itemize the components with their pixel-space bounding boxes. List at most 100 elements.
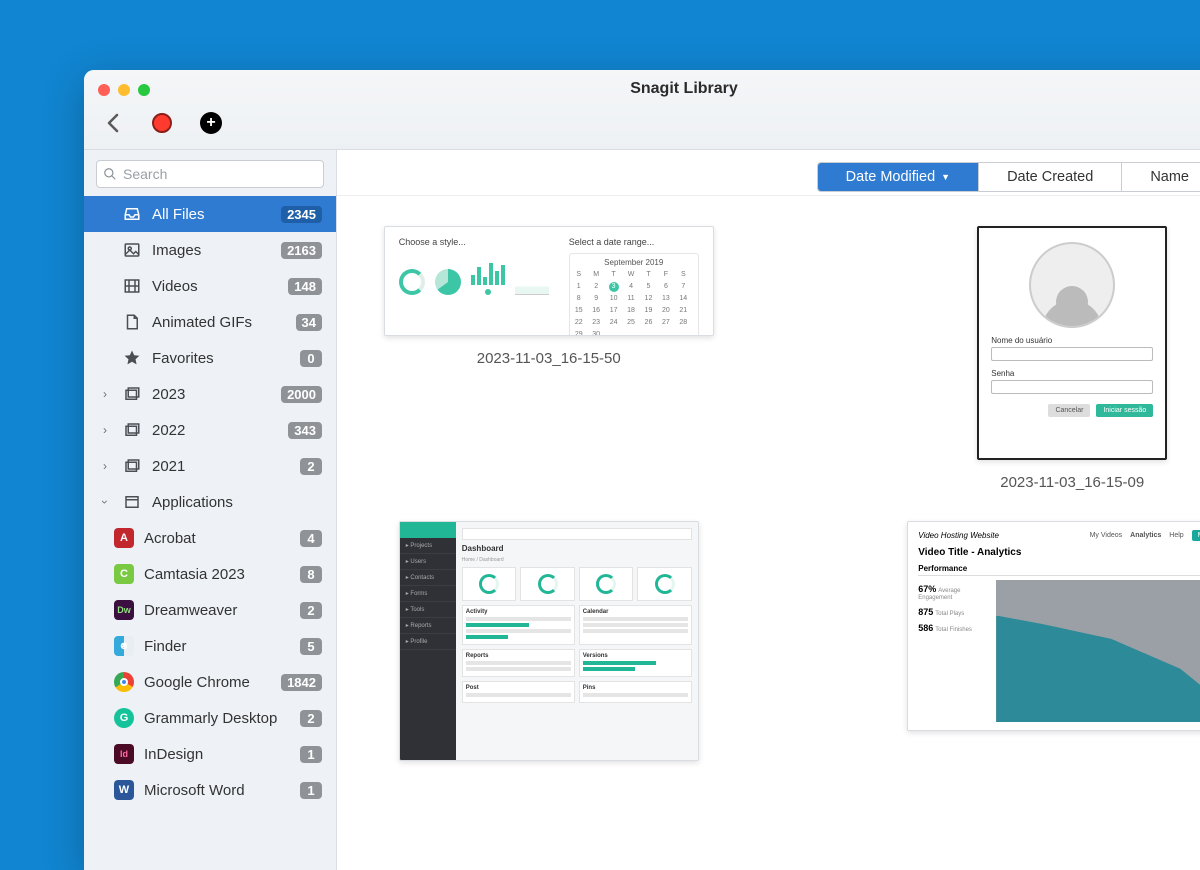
capture-item[interactable]: Video Hosting Website My Videos Analytic… bbox=[901, 521, 1200, 775]
sidebar-app-grammarly[interactable]: G Grammarly Desktop 2 bbox=[84, 700, 336, 736]
sidebar-item-label: Images bbox=[152, 242, 271, 259]
sidebar-item-label: Camtasia 2023 bbox=[144, 566, 290, 583]
capture-item[interactable]: ▸ Projects▸ Users▸ Contacts▸ Forms▸ Tool… bbox=[377, 521, 721, 775]
sidebar-item-label: Animated GIFs bbox=[152, 314, 286, 331]
capture-filename: 2023-11-03_16-15-09 bbox=[1000, 474, 1144, 491]
sidebar-item-label: 2023 bbox=[152, 386, 271, 403]
sidebar-item-images[interactable]: Images 2163 bbox=[84, 232, 336, 268]
record-button[interactable] bbox=[152, 113, 172, 133]
count-badge: 343 bbox=[288, 422, 322, 439]
thumbnail: Choose a style... Select a date range... bbox=[384, 226, 714, 336]
thumb-text: Dashboard bbox=[462, 544, 692, 553]
sort-date-created[interactable]: Date Created bbox=[979, 163, 1122, 191]
sidebar-item-videos[interactable]: Videos 148 bbox=[84, 268, 336, 304]
capture-item[interactable]: Choose a style... Select a date range... bbox=[377, 226, 721, 491]
inbox-icon bbox=[122, 204, 142, 224]
sidebar-app-dreamweaver[interactable]: Dw Dreamweaver 2 bbox=[84, 592, 336, 628]
sidebar-item-applications[interactable]: › Applications bbox=[84, 484, 336, 520]
count-badge: 2 bbox=[300, 602, 322, 619]
image-icon bbox=[122, 240, 142, 260]
thumb-text: Home / Dashboard bbox=[462, 557, 692, 563]
count-badge: 2 bbox=[300, 458, 322, 475]
thumb-text: September 2019 bbox=[574, 258, 694, 267]
sort-name[interactable]: Name bbox=[1122, 163, 1200, 191]
thumb-text: Nome do usuário bbox=[991, 336, 1153, 345]
body: All Files 2345 Images 2163 Videos 148 bbox=[84, 150, 1200, 870]
stack-icon bbox=[122, 384, 142, 404]
thumbnail: ▸ Projects▸ Users▸ Contacts▸ Forms▸ Tool… bbox=[399, 521, 699, 761]
app-icon: G bbox=[114, 708, 134, 728]
sidebar-item-label: Grammarly Desktop bbox=[144, 710, 290, 727]
thumbnail: Nome do usuário Senha CancelarIniciar se… bbox=[977, 226, 1167, 460]
search-icon bbox=[103, 167, 117, 181]
capture-filename: 2023-11-03_16-15-50 bbox=[477, 350, 621, 367]
new-capture-button[interactable]: + bbox=[200, 112, 222, 134]
sidebar-item-all-files[interactable]: All Files 2345 bbox=[84, 196, 336, 232]
sidebar-app-finder[interactable]: ☻ Finder 5 bbox=[84, 628, 336, 664]
thumbnail: Video Hosting Website My Videos Analytic… bbox=[907, 521, 1200, 731]
sidebar-app-word[interactable]: W Microsoft Word 1 bbox=[84, 772, 336, 808]
sidebar-app-chrome[interactable]: Google Chrome 1842 bbox=[84, 664, 336, 700]
sidebar-item-year-2023[interactable]: › 2023 2000 bbox=[84, 376, 336, 412]
search-field[interactable] bbox=[96, 160, 324, 188]
sort-bar: Date Modified▼ Date Created Name bbox=[337, 150, 1200, 196]
sidebar-app-acrobat[interactable]: A Acrobat 4 bbox=[84, 520, 336, 556]
sidebar-item-label: InDesign bbox=[144, 746, 290, 763]
sidebar-item-label: Microsoft Word bbox=[144, 782, 290, 799]
back-button[interactable] bbox=[102, 112, 124, 134]
count-badge: 4 bbox=[300, 530, 322, 547]
sidebar-item-label: Finder bbox=[144, 638, 290, 655]
chevron-right-icon: › bbox=[98, 459, 112, 473]
stack-icon bbox=[122, 456, 142, 476]
capture-item[interactable]: Nome do usuário Senha CancelarIniciar se… bbox=[901, 226, 1200, 491]
sidebar-item-year-2021[interactable]: › 2021 2 bbox=[84, 448, 336, 484]
count-badge: 34 bbox=[296, 314, 322, 331]
sidebar-item-year-2022[interactable]: › 2022 343 bbox=[84, 412, 336, 448]
sidebar-categories: All Files 2345 Images 2163 Videos 148 bbox=[84, 196, 336, 808]
sidebar-item-gifs[interactable]: Animated GIFs 34 bbox=[84, 304, 336, 340]
count-badge: 2163 bbox=[281, 242, 322, 259]
count-badge: 0 bbox=[300, 350, 322, 367]
thumb-text: Cancelar bbox=[1048, 404, 1090, 417]
sidebar-item-label: Videos bbox=[152, 278, 278, 295]
sidebar-item-favorites[interactable]: Favorites 0 bbox=[84, 340, 336, 376]
sidebar-app-camtasia[interactable]: C Camtasia 2023 8 bbox=[84, 556, 336, 592]
chevron-right-icon: › bbox=[98, 387, 112, 401]
count-badge: 1 bbox=[300, 782, 322, 799]
app-icon bbox=[114, 672, 134, 692]
search-input[interactable] bbox=[123, 166, 317, 182]
window-title: Snagit Library bbox=[84, 80, 1200, 98]
count-badge: 148 bbox=[288, 278, 322, 295]
count-badge: 8 bbox=[300, 566, 322, 583]
sidebar-item-label: 2022 bbox=[152, 422, 278, 439]
chevron-down-icon: › bbox=[98, 495, 112, 509]
app-icon: Id bbox=[114, 744, 134, 764]
app-window: Snagit Library + All Files 2 bbox=[84, 70, 1200, 870]
app-icon: C bbox=[114, 564, 134, 584]
sidebar-item-label: Applications bbox=[152, 494, 322, 511]
sidebar-item-label: Acrobat bbox=[144, 530, 290, 547]
sidebar-item-label: 2021 bbox=[152, 458, 290, 475]
app-icon: W bbox=[114, 780, 134, 800]
app-icon: Dw bbox=[114, 600, 134, 620]
thumb-text: Performance bbox=[918, 564, 1200, 576]
count-badge: 1842 bbox=[281, 674, 322, 691]
film-icon bbox=[122, 276, 142, 296]
sort-segmented-control: Date Modified▼ Date Created Name bbox=[817, 162, 1200, 192]
toolbar: + bbox=[102, 112, 222, 134]
thumb-text: Iniciar sessão bbox=[1096, 404, 1153, 417]
count-badge: 5 bbox=[300, 638, 322, 655]
app-icon: ☻ bbox=[114, 636, 134, 656]
thumb-text: Select a date range... bbox=[569, 237, 699, 247]
sidebar-item-label: Dreamweaver bbox=[144, 602, 290, 619]
sidebar-app-indesign[interactable]: Id InDesign 1 bbox=[84, 736, 336, 772]
count-badge: 1 bbox=[300, 746, 322, 763]
sidebar: All Files 2345 Images 2163 Videos 148 bbox=[84, 150, 337, 870]
thumb-text: Video Hosting Website bbox=[918, 531, 999, 540]
sort-date-modified[interactable]: Date Modified▼ bbox=[818, 163, 979, 191]
stack-icon bbox=[122, 420, 142, 440]
sidebar-item-label: Google Chrome bbox=[144, 674, 271, 691]
titlebar: Snagit Library + bbox=[84, 70, 1200, 150]
count-badge: 2000 bbox=[281, 386, 322, 403]
star-icon bbox=[122, 348, 142, 368]
